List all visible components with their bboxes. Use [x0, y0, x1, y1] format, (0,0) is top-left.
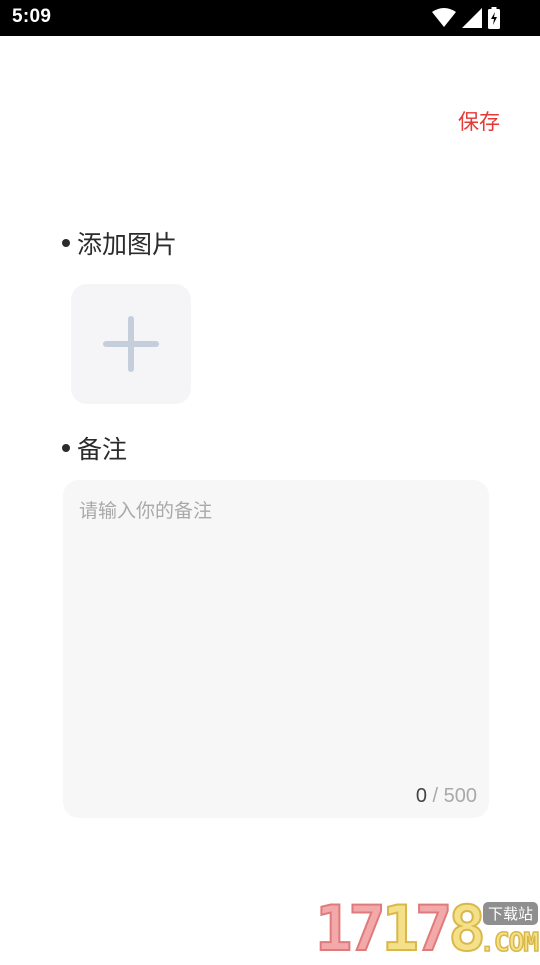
plus-icon — [103, 316, 159, 372]
save-button[interactable]: 保存 — [458, 106, 500, 136]
watermark-logo: 17178 下载站 .COM — [314, 892, 540, 965]
add-image-button[interactable] — [71, 284, 191, 404]
status-time: 5:09 — [12, 6, 52, 27]
notes-box: 0 / 500 — [63, 480, 489, 818]
notes-label: 备注 — [77, 435, 128, 464]
bullet-dot — [62, 444, 70, 452]
char-counter: 0 / 500 — [416, 785, 477, 808]
char-count-max: 500 — [443, 785, 477, 807]
notes-input[interactable] — [79, 496, 473, 776]
status-bar: 5:09 — [0, 0, 540, 36]
watermark-suffix: .COM — [479, 927, 540, 959]
wifi-icon — [432, 8, 456, 27]
char-count-separator: / — [432, 785, 439, 807]
add-image-section-title: 添加图片 — [62, 225, 177, 261]
watermark-digits: 17178 — [314, 892, 487, 965]
battery-charging-icon — [488, 7, 500, 29]
char-count-current: 0 — [415, 785, 427, 807]
bullet-dot — [62, 239, 70, 247]
status-icons — [432, 6, 500, 30]
watermark-badge: 下载站 — [482, 902, 538, 925]
add-image-label: 添加图片 — [77, 230, 178, 259]
notes-section-title: 备注 — [62, 430, 127, 466]
signal-icon — [462, 8, 482, 28]
